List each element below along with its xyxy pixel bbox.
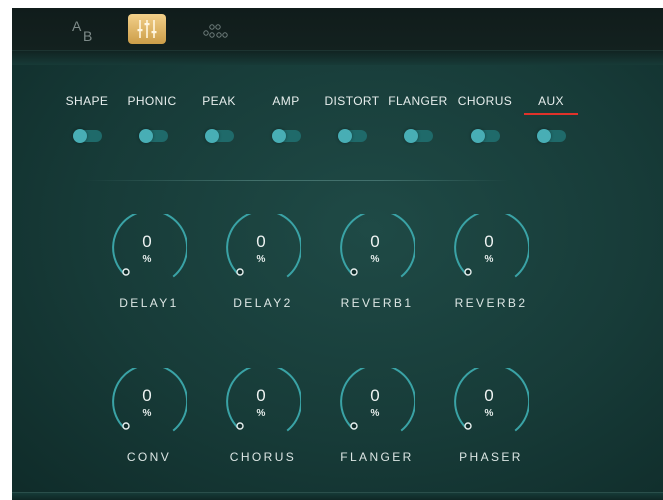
knob-unit: % bbox=[142, 254, 152, 265]
toggle-shape[interactable] bbox=[73, 129, 102, 143]
knob-unit: % bbox=[370, 408, 380, 419]
knob-label: CHORUS bbox=[229, 450, 297, 464]
toggle-chorus[interactable] bbox=[471, 129, 500, 143]
knob-value: 0 bbox=[256, 232, 266, 251]
toggle-knob bbox=[471, 129, 485, 143]
knob-unit: % bbox=[484, 254, 494, 265]
toggle-knob bbox=[73, 129, 87, 143]
tab-phonic[interactable]: PHONIC bbox=[124, 94, 180, 108]
knob-value: 0 bbox=[370, 232, 380, 251]
knob-label: DELAY1 bbox=[119, 296, 179, 310]
toggle-flanger[interactable] bbox=[404, 129, 433, 143]
knob-delay1[interactable]: 0 % DELAY1 bbox=[104, 214, 194, 314]
bottom-edge bbox=[12, 492, 663, 500]
toggle-knob bbox=[205, 129, 219, 143]
tab-aux[interactable]: AUX bbox=[532, 94, 570, 108]
plugin-panel: A B SHAPE PHONIC PEAK AMP DISTORT FLANGE… bbox=[12, 8, 663, 500]
toolbar-shadow bbox=[12, 51, 663, 65]
toggle-aux[interactable] bbox=[537, 129, 566, 143]
toggle-phonic[interactable] bbox=[139, 129, 168, 143]
knob-reverb1[interactable]: 0 % REVERB1 bbox=[332, 214, 422, 314]
ab-icon-b: B bbox=[83, 28, 93, 44]
tab-shape[interactable]: SHAPE bbox=[64, 94, 110, 108]
mixer-sliders-icon[interactable] bbox=[128, 14, 166, 44]
toggle-amp[interactable] bbox=[272, 129, 301, 143]
tab-distort[interactable]: DISTORT bbox=[323, 94, 381, 108]
knob-value: 0 bbox=[484, 386, 494, 405]
knob-unit: % bbox=[256, 408, 266, 419]
knob-label: REVERB1 bbox=[340, 296, 414, 310]
knob-unit: % bbox=[370, 254, 380, 265]
nodes-icon[interactable] bbox=[198, 16, 238, 44]
toggle-distort[interactable] bbox=[338, 129, 367, 143]
toggle-knob bbox=[404, 129, 418, 143]
knob-label: CONV bbox=[126, 450, 172, 464]
knob-flanger[interactable]: 0 % FLANGER bbox=[332, 368, 422, 468]
knob-label: FLANGER bbox=[340, 450, 414, 464]
tab-chorus[interactable]: CHORUS bbox=[456, 94, 514, 108]
knob-value: 0 bbox=[484, 232, 494, 251]
knob-value: 0 bbox=[142, 386, 152, 405]
ab-compare-icon[interactable]: A B bbox=[70, 16, 110, 44]
tab-peak[interactable]: PEAK bbox=[198, 94, 240, 108]
knob-value: 0 bbox=[370, 386, 380, 405]
knob-chorus[interactable]: 0 % CHORUS bbox=[218, 368, 308, 468]
toggle-knob bbox=[338, 129, 352, 143]
knob-unit: % bbox=[484, 408, 494, 419]
knob-label: REVERB2 bbox=[454, 296, 528, 310]
toggle-knob bbox=[537, 129, 551, 143]
toggle-knob bbox=[272, 129, 286, 143]
ab-icon-a: A bbox=[72, 18, 82, 34]
tab-flanger[interactable]: FLANGER bbox=[387, 94, 449, 108]
toggle-peak[interactable] bbox=[205, 129, 234, 143]
active-tab-underline bbox=[524, 113, 578, 115]
toggle-knob bbox=[139, 129, 153, 143]
top-toolbar: A B bbox=[12, 8, 663, 51]
knob-conv[interactable]: 0 % CONV bbox=[104, 368, 194, 468]
tab-amp[interactable]: AMP bbox=[267, 94, 305, 108]
knob-phaser[interactable]: 0 % PHASER bbox=[446, 368, 536, 468]
knob-label: PHASER bbox=[459, 450, 523, 464]
knob-reverb2[interactable]: 0 % REVERB2 bbox=[446, 214, 536, 314]
knob-label: DELAY2 bbox=[233, 296, 293, 310]
knob-unit: % bbox=[256, 254, 266, 265]
knob-value: 0 bbox=[142, 232, 152, 251]
knob-unit: % bbox=[142, 408, 152, 419]
section-divider bbox=[82, 180, 508, 181]
knob-delay2[interactable]: 0 % DELAY2 bbox=[218, 214, 308, 314]
knob-value: 0 bbox=[256, 386, 266, 405]
